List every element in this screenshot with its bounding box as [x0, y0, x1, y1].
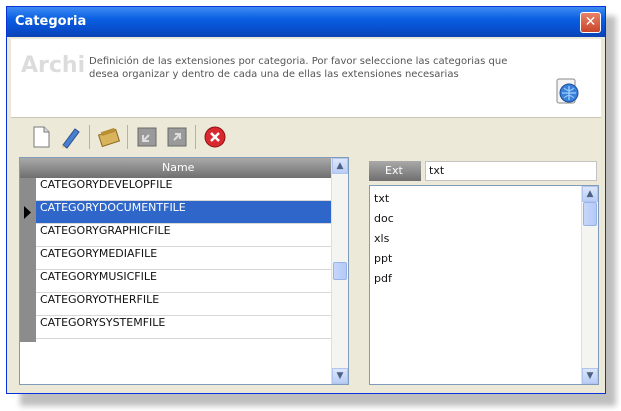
ext-column-header[interactable]: Ext [369, 161, 421, 181]
close-button[interactable]: ✕ [580, 12, 601, 33]
category-row[interactable]: CATEGORYOTHERFILE [36, 293, 332, 316]
extension-item[interactable]: xls [374, 232, 389, 245]
extension-scrollbar[interactable]: ▲ ▼ [581, 186, 598, 384]
category-row[interactable]: CATEGORYMUSICFILE [36, 270, 332, 293]
scroll-down-icon[interactable]: ▼ [582, 368, 598, 384]
category-grid: Name CATEGORYDEVELOPFILE CATEGORYDOCUMEN… [19, 157, 349, 385]
toolbar-separator [195, 125, 196, 149]
toolbar [11, 119, 601, 155]
category-row-selected[interactable]: CATEGORYDOCUMENTFILE [36, 201, 332, 224]
header-panel: Archi Definición de las extensiones por … [11, 39, 601, 118]
scroll-thumb[interactable] [333, 262, 347, 280]
extension-list[interactable]: txt doc xls ppt pdf ▲ ▼ [369, 185, 599, 385]
window-title: Categoria [15, 14, 87, 29]
package-icon[interactable] [97, 125, 121, 149]
category-row[interactable]: CATEGORYGRAPHICFILE [36, 224, 332, 247]
new-document-icon[interactable] [29, 125, 53, 149]
category-row[interactable]: CATEGORYSYSTEMFILE [36, 316, 332, 339]
extension-panel: Ext txt txt doc xls ppt pdf ▲ ▼ [363, 157, 603, 385]
extension-item[interactable]: ppt [374, 252, 392, 265]
name-column-label: Name [162, 161, 195, 174]
category-scrollbar[interactable]: ▲ ▼ [331, 158, 348, 384]
header-description: Definición de las extensiones por catego… [89, 56, 508, 80]
category-rows: CATEGORYDEVELOPFILE CATEGORYDOCUMENTFILE… [36, 178, 332, 339]
scroll-up-icon[interactable]: ▲ [582, 186, 598, 202]
export-icon[interactable] [165, 125, 189, 149]
extension-item[interactable]: doc [374, 212, 394, 225]
toolbar-separator [89, 125, 90, 149]
delete-icon[interactable] [203, 125, 227, 149]
scroll-thumb[interactable] [583, 202, 597, 226]
extension-input[interactable]: txt [425, 161, 597, 181]
scroll-up-icon[interactable]: ▲ [332, 158, 348, 174]
edit-icon[interactable] [59, 125, 83, 149]
category-dialog: Categoria ✕ Archi Definición de las exte… [6, 6, 606, 394]
name-column-header[interactable]: Name [20, 158, 332, 178]
extension-item[interactable]: pdf [374, 272, 392, 285]
ext-column-label: Ext [385, 164, 403, 177]
header-watermark: Archi [21, 53, 86, 78]
current-row-arrow-icon [24, 206, 31, 219]
extension-item[interactable]: txt [374, 192, 389, 205]
import-icon[interactable] [135, 125, 159, 149]
toolbar-separator [127, 125, 128, 149]
document-globe-icon [556, 78, 579, 104]
scroll-down-icon[interactable]: ▼ [332, 368, 348, 384]
category-row[interactable]: CATEGORYDEVELOPFILE [36, 178, 332, 201]
category-row[interactable]: CATEGORYMEDIAFILE [36, 247, 332, 270]
title-bar[interactable]: Categoria ✕ [7, 7, 605, 37]
row-indicator-column [20, 178, 36, 342]
